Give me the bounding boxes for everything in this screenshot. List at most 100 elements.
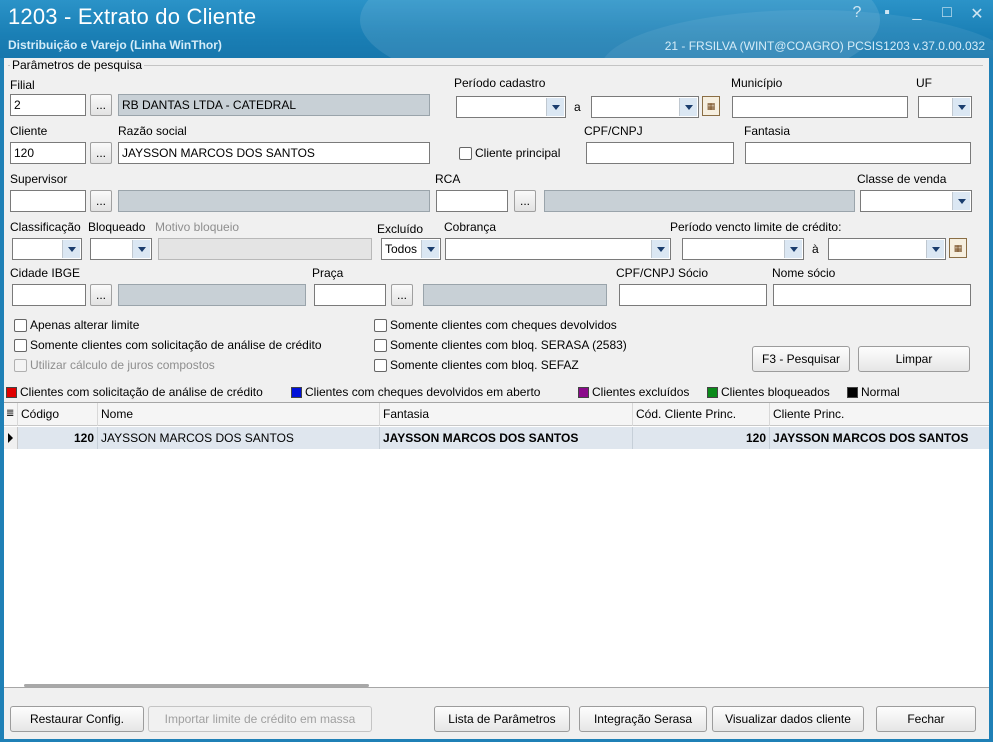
checkbox-box xyxy=(14,338,27,352)
session-status: 21 - FRSILVA (WINT@COAGRO) PCSIS1203 v.3… xyxy=(664,39,985,53)
pesquisar-button[interactable]: F3 - Pesquisar xyxy=(752,346,850,372)
somente-solicitacao-checkbox[interactable]: Somente clientes com solicitação de anál… xyxy=(14,338,322,352)
utilizar-juros-checkbox: Utilizar cálculo de juros compostos xyxy=(14,358,215,372)
minimize-icon[interactable]: _ xyxy=(909,4,925,24)
window-controls: ? ▪ _ □ ✕ xyxy=(849,4,985,24)
checkbox-box xyxy=(374,358,387,372)
filial-code-input[interactable]: 2 xyxy=(10,94,86,116)
praca-name-field xyxy=(423,284,607,306)
column-header[interactable]: Cliente Princ. xyxy=(770,403,989,426)
limpar-button[interactable]: Limpar xyxy=(858,346,970,372)
legend-label: Clientes excluídos xyxy=(592,385,690,399)
supervisor-name-field xyxy=(118,190,430,212)
praca-input[interactable] xyxy=(314,284,386,306)
maximize-icon[interactable]: □ xyxy=(939,4,955,24)
cidade-ibge-lookup-button[interactable]: ... xyxy=(90,284,112,306)
chevron-down-icon xyxy=(546,98,564,116)
chevron-down-icon xyxy=(651,240,669,258)
nome-socio-input[interactable] xyxy=(773,284,971,306)
legend-solicitacao: Clientes com solicitação de análise de c… xyxy=(6,385,263,399)
supervisor-lookup-button[interactable]: ... xyxy=(90,190,112,212)
legend-cheques: Clientes com cheques devolvidos em abert… xyxy=(291,385,540,399)
cobranca-select[interactable] xyxy=(445,238,671,260)
integracao-serasa-button[interactable]: Integração Serasa xyxy=(579,706,707,732)
chevron-down-icon xyxy=(132,240,150,258)
close-icon[interactable]: ✕ xyxy=(969,4,985,24)
legend-swatch xyxy=(707,386,718,398)
excluido-select[interactable]: Todos xyxy=(381,238,441,260)
cliente-input[interactable]: 120 xyxy=(10,142,86,164)
municipio-input[interactable] xyxy=(732,96,908,118)
title-bar: 1203 - Extrato do Cliente Distribuição e… xyxy=(0,0,993,58)
filial-label: Filial xyxy=(10,78,35,92)
classe-venda-label: Classe de venda xyxy=(857,172,947,186)
rca-lookup-button[interactable]: ... xyxy=(514,190,536,212)
bloq-serasa-checkbox[interactable]: Somente clientes com bloq. SERASA (2583) xyxy=(374,338,627,352)
help-icon[interactable]: ? xyxy=(849,4,865,24)
periodo-vencto-end[interactable] xyxy=(828,238,946,260)
legend-excluidos: Clientes excluídos xyxy=(578,385,689,399)
column-header[interactable]: Fantasia xyxy=(380,403,633,426)
visualizar-dados-button[interactable]: Visualizar dados cliente xyxy=(712,706,864,732)
checkbox-label: Somente clientes com solicitação de anál… xyxy=(30,338,322,352)
horizontal-scrollbar[interactable] xyxy=(24,684,369,687)
periodo-vencto-start[interactable] xyxy=(682,238,804,260)
classificacao-select[interactable] xyxy=(12,238,82,260)
fechar-button[interactable]: Fechar xyxy=(876,706,976,732)
uf-select[interactable] xyxy=(918,96,972,118)
periodo-cadastro-label: Período cadastro xyxy=(454,76,546,90)
cheques-devolvidos-checkbox[interactable]: Somente clientes com cheques devolvidos xyxy=(374,318,617,332)
checkbox-label: Utilizar cálculo de juros compostos xyxy=(30,358,215,372)
column-header[interactable]: Cód. Cliente Princ. xyxy=(633,403,770,426)
grid-header: ≣ Código Nome Fantasia Cód. Cliente Prin… xyxy=(4,403,989,426)
lista-parametros-button[interactable]: Lista de Parâmetros xyxy=(434,706,570,732)
legend-label: Clientes bloqueados xyxy=(721,385,830,399)
filial-lookup-button[interactable]: ... xyxy=(90,94,112,116)
cliente-lookup-button[interactable]: ... xyxy=(90,142,112,164)
periodo-cadastro-end[interactable] xyxy=(591,96,699,118)
periodo-cadastro-start[interactable] xyxy=(456,96,566,118)
chevron-down-icon xyxy=(421,240,439,258)
periodo-cadastro-sep: a xyxy=(574,100,581,114)
legend-normal: Normal xyxy=(847,385,900,399)
chevron-down-icon xyxy=(952,192,970,210)
group-border xyxy=(8,65,983,66)
classe-venda-select[interactable] xyxy=(860,190,972,212)
calendar-icon[interactable]: ▦ xyxy=(702,96,720,116)
checkbox-box xyxy=(459,146,472,160)
restaurar-config-button[interactable]: Restaurar Config. xyxy=(10,706,144,732)
bloqueado-label: Bloqueado xyxy=(88,220,146,234)
cell-codigo: 120 xyxy=(18,427,98,449)
praca-lookup-button[interactable]: ... xyxy=(391,284,413,306)
results-grid[interactable]: ≣ Código Nome Fantasia Cód. Cliente Prin… xyxy=(4,402,989,688)
fantasia-input[interactable] xyxy=(745,142,971,164)
supervisor-input[interactable] xyxy=(10,190,86,212)
column-header[interactable]: Código xyxy=(18,403,98,426)
apenas-alterar-limite-checkbox[interactable]: Apenas alterar limite xyxy=(14,318,139,332)
legend-swatch xyxy=(578,386,589,398)
bloq-sefaz-checkbox[interactable]: Somente clientes com bloq. SEFAZ xyxy=(374,358,579,372)
checkbox-box xyxy=(14,358,27,372)
chevron-down-icon xyxy=(679,98,697,116)
rca-input[interactable] xyxy=(436,190,508,212)
filial-name-field: RB DANTAS LTDA - CATEDRAL xyxy=(118,94,430,116)
restore-icon[interactable]: ▪ xyxy=(879,4,895,24)
legend-swatch xyxy=(6,386,17,398)
classificacao-label: Classificação xyxy=(10,220,81,234)
cpf-cnpj-socio-input[interactable] xyxy=(619,284,767,306)
column-header[interactable]: Nome xyxy=(98,403,380,426)
cidade-ibge-name-field xyxy=(118,284,306,306)
uf-label: UF xyxy=(916,76,932,90)
chevron-down-icon xyxy=(62,240,80,258)
chevron-down-icon xyxy=(952,98,970,116)
grid-menu-icon[interactable]: ≣ xyxy=(4,403,18,426)
checkbox-box xyxy=(374,318,387,332)
rca-name-field xyxy=(544,190,855,212)
cliente-principal-checkbox[interactable]: Cliente principal xyxy=(459,146,560,160)
cpf-cnpj-input[interactable] xyxy=(586,142,734,164)
cidade-ibge-input[interactable] xyxy=(12,284,86,306)
razao-social-input[interactable]: JAYSSON MARCOS DOS SANTOS xyxy=(118,142,430,164)
calendar-icon[interactable]: ▦ xyxy=(949,238,967,258)
table-row[interactable]: 120 JAYSSON MARCOS DOS SANTOS JAYSSON MA… xyxy=(4,427,989,449)
bloqueado-select[interactable] xyxy=(90,238,152,260)
